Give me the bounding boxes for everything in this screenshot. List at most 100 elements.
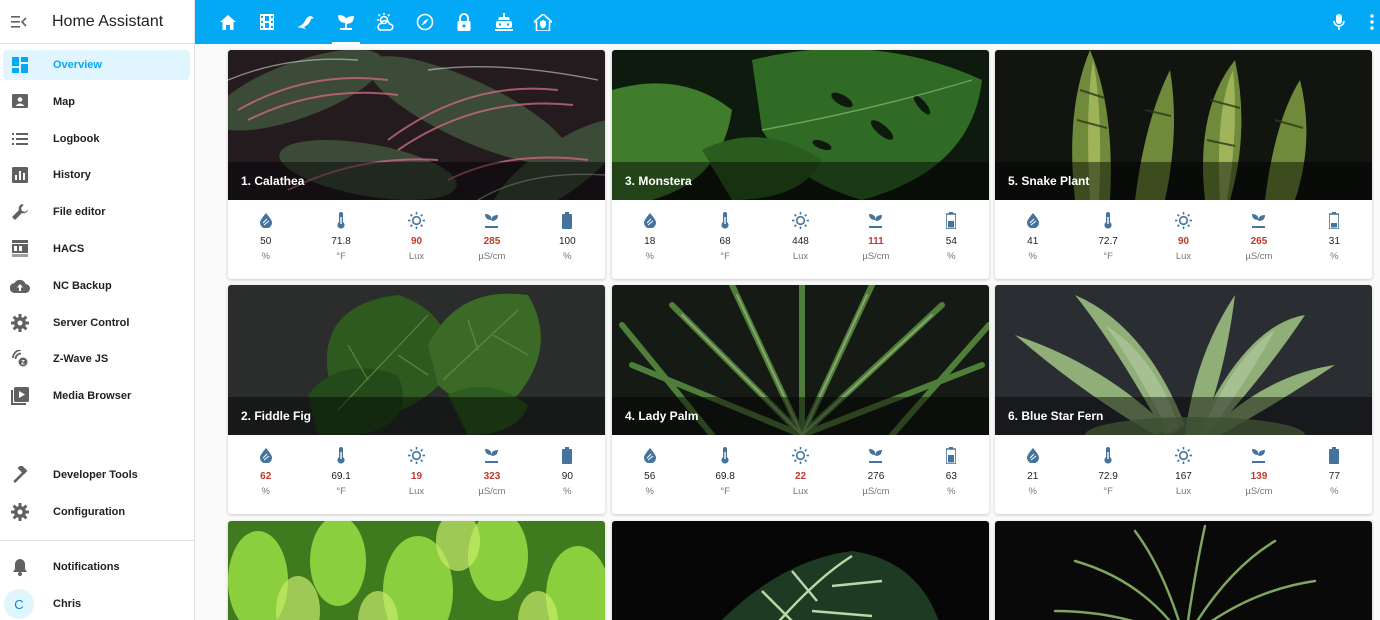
temperature-sensor[interactable]: 72.7 °F	[1070, 211, 1145, 279]
sidebar-item-hacs[interactable]: HACS	[3, 234, 190, 264]
illuminance-sensor[interactable]: 19 Lux	[379, 446, 454, 514]
sidebar-item-label: NC Backup	[53, 280, 112, 292]
battery-sensor[interactable]: 90%	[530, 446, 605, 514]
sidebar-item-file-editor[interactable]: File editor	[3, 197, 190, 227]
sidebar-item-nc-backup[interactable]: NC Backup	[3, 271, 190, 301]
sidebar-item-configuration[interactable]: Configuration	[3, 497, 190, 527]
battery-sensor[interactable]: 31%	[1297, 211, 1372, 279]
conductivity-value: 276	[867, 471, 885, 482]
illuminance-sensor[interactable]: 90 Lux	[1146, 211, 1221, 279]
plant-card-snake-plant[interactable]: 5. Snake Plant 41% 72.7 °F 90 Lux 265 µS/cm…	[995, 50, 1372, 279]
sprout-icon	[867, 446, 884, 464]
temperature-unit: °F	[336, 486, 346, 497]
moisture-sensor[interactable]: 56%	[612, 446, 687, 514]
illuminance-sensor[interactable]: 90 Lux	[379, 211, 454, 279]
sidebar-item-notifications[interactable]: Notifications	[3, 552, 190, 582]
plant-card-calathea[interactable]: 1. Calathea 50% 71.8 °F 90 Lux 285 µS/cm 10…	[228, 50, 605, 279]
moisture-sensor[interactable]: 50%	[228, 211, 303, 279]
sidebar-item-media-browser[interactable]: Media Browser	[3, 381, 190, 411]
plant-card-fiddle-fig[interactable]: 2. Fiddle Fig 62% 69.1 °F 19 Lux 323 µS/cm …	[228, 285, 605, 514]
plant-card-asparagus-fern[interactable]	[228, 521, 605, 620]
moisture-sensor[interactable]: 62%	[228, 446, 303, 514]
plant-photo[interactable]: 4. Lady Palm	[612, 285, 989, 435]
moisture-sensor[interactable]: 21%	[995, 446, 1070, 514]
tab-vacuum[interactable]	[487, 0, 521, 44]
conductivity-value: 285	[483, 236, 501, 247]
sidebar-item-label: Configuration	[53, 506, 126, 518]
tab-compass[interactable]	[408, 0, 442, 44]
plant-photo[interactable]: 6. Blue Star Fern	[995, 285, 1372, 435]
sidebar: Home Assistant Overview Map Logbook Hist…	[0, 0, 195, 620]
tab-media[interactable]	[250, 0, 284, 44]
sidebar-item-overview[interactable]: Overview	[3, 50, 190, 80]
plant-card-spider-plant[interactable]	[995, 521, 1372, 620]
moisture-sensor[interactable]: 41%	[995, 211, 1070, 279]
conductivity-unit: µS/cm	[478, 486, 506, 497]
battery-value: 77	[1328, 471, 1340, 482]
menu-collapse-button[interactable]	[0, 0, 38, 44]
tab-birds[interactable]	[289, 0, 323, 44]
conductivity-sensor[interactable]: 323 µS/cm	[454, 446, 529, 514]
plant-photo[interactable]: 5. Snake Plant	[995, 50, 1372, 200]
sidebar-item-label: Z-Wave JS	[53, 353, 109, 365]
plant-card-lady-palm[interactable]: 4. Lady Palm 56% 69.8 °F 22 Lux 276 µS/cm 6…	[612, 285, 989, 514]
sidebar-item-logbook[interactable]: Logbook	[3, 124, 190, 154]
battery-value: 54	[945, 236, 957, 247]
temperature-sensor[interactable]: 69.1 °F	[303, 446, 378, 514]
illuminance-sensor[interactable]: 448 Lux	[763, 211, 838, 279]
conductivity-sensor[interactable]: 285 µS/cm	[454, 211, 529, 279]
thermometer-icon	[1103, 446, 1113, 464]
battery-icon	[1329, 446, 1340, 464]
battery-unit: %	[947, 251, 956, 262]
temperature-sensor[interactable]: 69.8 °F	[687, 446, 762, 514]
temperature-sensor[interactable]: 72.9 °F	[1070, 446, 1145, 514]
water-drop-icon	[643, 446, 656, 464]
sidebar-item-zwave-js[interactable]: Z Z-Wave JS	[3, 344, 190, 374]
spider-plant-photo	[995, 521, 1372, 620]
moisture-unit: %	[1028, 486, 1037, 497]
illuminance-value: 167	[1175, 471, 1192, 482]
tab-house-security[interactable]	[526, 0, 560, 44]
sensor-row: 18% 68 °F 448 Lux 111 µS/cm 54%	[612, 200, 989, 279]
conductivity-sensor[interactable]: 276 µS/cm	[838, 446, 913, 514]
conductivity-sensor[interactable]: 265 µS/cm	[1221, 211, 1296, 279]
avatar[interactable]: C	[4, 589, 34, 619]
alocasia-photo	[612, 521, 989, 620]
sidebar-item-developer-tools[interactable]: Developer Tools	[3, 460, 190, 490]
plant-card-monstera[interactable]: 3. Monstera 18% 68 °F 448 Lux 111 µS/cm 54%	[612, 50, 989, 279]
battery-sensor[interactable]: 77%	[1297, 446, 1372, 514]
plant-photo[interactable]: 3. Monstera	[612, 50, 989, 200]
sprout-icon	[867, 211, 884, 229]
water-drop-icon	[1026, 446, 1039, 464]
temperature-sensor[interactable]: 71.8 °F	[303, 211, 378, 279]
plant-photo[interactable]: 2. Fiddle Fig	[228, 285, 605, 435]
illuminance-sensor[interactable]: 167 Lux	[1146, 446, 1221, 514]
battery-sensor[interactable]: 100%	[530, 211, 605, 279]
plant-card-alocasia[interactable]	[612, 521, 989, 620]
moisture-sensor[interactable]: 18%	[612, 211, 687, 279]
moisture-value: 21	[1027, 471, 1039, 482]
temperature-value: 72.9	[1098, 471, 1118, 482]
sidebar-item-map[interactable]: Map	[3, 87, 190, 117]
battery-sensor[interactable]: 54%	[914, 211, 989, 279]
illuminance-sensor[interactable]: 22 Lux	[763, 446, 838, 514]
battery-sensor[interactable]: 63%	[914, 446, 989, 514]
conductivity-sensor[interactable]: 139 µS/cm	[1221, 446, 1296, 514]
tab-security[interactable]	[447, 0, 481, 44]
history-chart-icon	[10, 165, 30, 185]
moisture-unit: %	[261, 486, 270, 497]
plant-photo[interactable]: 1. Calathea	[228, 50, 605, 200]
conductivity-sensor[interactable]: 111 µS/cm	[838, 211, 913, 279]
tab-plants[interactable]	[329, 0, 363, 44]
tab-weather[interactable]	[368, 0, 402, 44]
temperature-sensor[interactable]: 68 °F	[687, 211, 762, 279]
sprout-icon	[483, 446, 500, 464]
plant-card-blue-star-fern[interactable]: 6. Blue Star Fern 21% 72.9 °F 167 Lux 139 µ…	[995, 285, 1372, 514]
sidebar-item-history[interactable]: History	[3, 160, 190, 190]
more-options-button[interactable]	[1365, 0, 1379, 44]
sidebar-item-server-control[interactable]: Server Control	[3, 308, 190, 338]
tab-home[interactable]	[211, 0, 245, 44]
moisture-unit: %	[645, 251, 654, 262]
battery-unit: %	[563, 486, 572, 497]
voice-command-button[interactable]	[1327, 0, 1351, 44]
